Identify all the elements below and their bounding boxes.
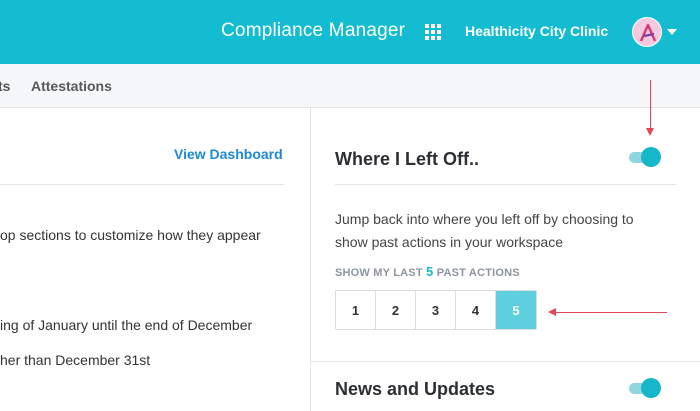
right-panel: Where I Left Off.. Jump back into where …: [311, 108, 700, 411]
annotation-arrow-down: [650, 80, 651, 130]
left-panel: View Dashboard op sections to customize …: [0, 108, 310, 411]
divider: [0, 184, 284, 185]
avatar[interactable]: [632, 17, 662, 47]
where-i-left-off-toggle[interactable]: [629, 147, 663, 167]
past-actions-selector: 1 2 3 4 5: [335, 290, 537, 330]
subnav-item-truncated[interactable]: ts: [0, 78, 10, 94]
organization-name[interactable]: Healthicity City Clinic: [465, 23, 608, 39]
past-actions-option-1[interactable]: 1: [336, 291, 376, 329]
where-i-left-off-title: Where I Left Off..: [335, 149, 479, 169]
subnav-item-attestations[interactable]: Attestations: [31, 78, 112, 94]
annotation-arrow-left: [556, 312, 667, 313]
toggle-knob: [641, 147, 661, 167]
show-label-prefix: SHOW MY LAST: [335, 267, 423, 279]
top-bar: Compliance Manager Healthicity City Clin…: [0, 0, 700, 64]
view-dashboard-link[interactable]: View Dashboard: [174, 146, 283, 162]
sub-navigation: ts Attestations: [0, 64, 700, 108]
chevron-down-icon[interactable]: [667, 29, 677, 35]
news-and-updates-title: News and Updates: [335, 379, 496, 399]
arrow-head-icon: [646, 128, 654, 136]
arrow-head-icon: [548, 308, 556, 316]
section-divider: [311, 361, 700, 362]
left-panel-text-line: ing of January until the end of December: [0, 317, 253, 333]
left-panel-text-line: op sections to customize how they appear: [0, 227, 261, 243]
toggle-knob: [641, 378, 661, 398]
avatar-logo-icon: [639, 23, 657, 42]
show-count: 5: [426, 264, 434, 279]
past-actions-option-4[interactable]: 4: [456, 291, 496, 329]
divider: [335, 184, 676, 185]
past-actions-option-5[interactable]: 5: [496, 291, 536, 329]
past-actions-option-3[interactable]: 3: [416, 291, 456, 329]
grid-icon[interactable]: [425, 24, 441, 40]
app-title: Compliance Manager: [221, 20, 406, 41]
show-past-actions-label: SHOW MY LAST 5 PAST ACTIONS: [335, 264, 520, 279]
news-and-updates-toggle[interactable]: [629, 378, 663, 398]
past-actions-option-2[interactable]: 2: [376, 291, 416, 329]
left-panel-text-line: her than December 31st: [0, 352, 151, 368]
where-i-left-off-description: Jump back into where you left off by cho…: [335, 211, 634, 250]
show-label-suffix: PAST ACTIONS: [436, 267, 520, 279]
